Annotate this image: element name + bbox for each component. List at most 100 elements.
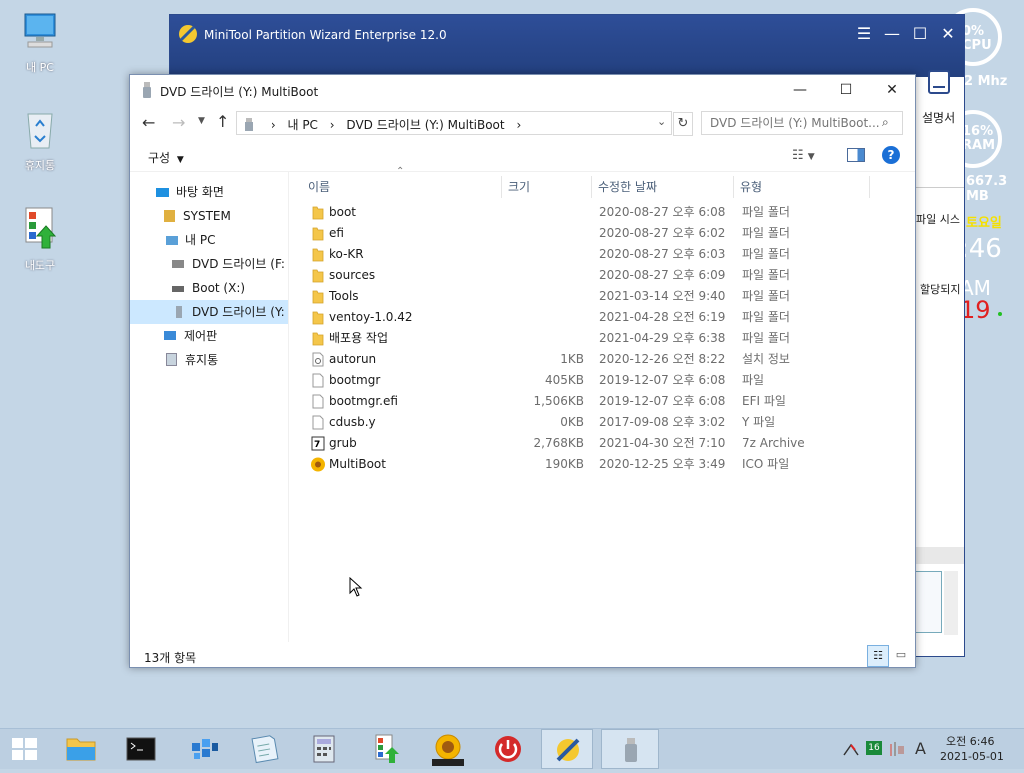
computer-icon (24, 13, 56, 48)
column-header-size[interactable]: 크기 (500, 176, 592, 198)
file-row[interactable]: ventoy-1.0.42 2021-04-28 오전 6:19 파일 폴더 (304, 307, 904, 328)
minitool-titlebar[interactable]: MiniTool Partition Wizard Enterprise 12.… (170, 15, 964, 77)
minitool-minimize-button[interactable]: — (881, 24, 903, 44)
taskbar-registry[interactable] (178, 729, 230, 769)
minitool-maximize-button[interactable]: ☐ (909, 24, 931, 44)
explorer-titlebar[interactable]: DVD 드라이브 (Y:) MultiBoot — ☐ ✕ (130, 75, 915, 105)
file-name: boot (329, 205, 357, 219)
folder-icon (310, 268, 326, 283)
start-button[interactable] (0, 729, 52, 769)
nav-item-boot-x[interactable]: Boot (X:) (130, 276, 288, 300)
nav-item-dvd-y[interactable]: DVD 드라이브 (Y: (130, 300, 288, 324)
taskbar-partition-wizard[interactable] (541, 729, 593, 769)
breadcrumb-current[interactable]: DVD 드라이브 (Y:) MultiBoot (346, 118, 504, 132)
command-bar: 구성 ▼ ☷ ▼ ? (130, 141, 915, 172)
mouse-cursor-icon (349, 577, 363, 597)
back-button[interactable]: ← (142, 113, 155, 132)
breadcrumb-my-pc[interactable]: 내 PC (287, 118, 317, 132)
file-row[interactable]: 7 grub 2,768KB 2021-04-30 오전 7:10 7z Archive (304, 433, 904, 454)
file-row[interactable]: boot 2020-08-27 오후 6:08 파일 폴더 (304, 202, 904, 223)
address-dropdown-icon[interactable]: ⌄ (657, 115, 666, 128)
organize-button[interactable]: 구성 ▼ (148, 149, 184, 166)
minitool-vscroll[interactable] (944, 571, 958, 635)
file-explorer-icon (66, 738, 96, 761)
breadcrumb-separator: › (516, 118, 522, 132)
nav-item-label: 제어판 (184, 329, 218, 343)
explorer-window[interactable]: DVD 드라이브 (Y:) MultiBoot — ☐ ✕ ← → ▼ ↑ › … (129, 74, 916, 668)
taskbar-calculator[interactable] (298, 729, 350, 769)
column-header-date[interactable]: 수정한 날짜 (590, 176, 734, 198)
taskbar-clock-date[interactable]: 2021-05-01 (940, 750, 1004, 763)
computer-icon (166, 236, 178, 245)
details-view-button[interactable]: ☷ (867, 645, 889, 667)
file-type: 파일 폴더 (742, 226, 790, 240)
tray-badge[interactable]: 16 (866, 741, 882, 755)
network-icon[interactable] (843, 742, 859, 756)
search-input[interactable] (702, 112, 882, 134)
taskbar-tools[interactable] (362, 729, 414, 769)
taskbar-cmd[interactable] (115, 729, 167, 769)
file-row[interactable]: sources 2020-08-27 오후 6:09 파일 폴더 (304, 265, 904, 286)
column-header-name[interactable]: 이름 (300, 176, 502, 198)
file-row[interactable]: cdusb.y 0KB 2017-09-08 오후 3:02 Y 파일 (304, 412, 904, 433)
nav-item-control-panel[interactable]: 제어판 (130, 324, 288, 348)
desktop-icon-recycle-bin[interactable]: 휴지통 (10, 108, 70, 173)
help-icon[interactable]: ? (882, 146, 900, 164)
recent-dropdown-icon[interactable]: ▼ (198, 116, 205, 126)
volume-icon[interactable] (888, 741, 912, 757)
file-row[interactable]: MultiBoot 190KB 2020-12-25 오후 3:49 ICO 파일 (304, 454, 904, 475)
taskbar-explorer-window[interactable] (601, 729, 659, 769)
large-icons-view-button[interactable]: ▭ (891, 645, 911, 665)
refresh-button[interactable]: ↻ (673, 112, 693, 136)
search-box[interactable]: ⌕ (701, 111, 903, 135)
taskbar-clock-time[interactable]: 오전 6:46 (946, 733, 994, 749)
nav-item-recycle-bin[interactable]: 휴지통 (130, 348, 288, 372)
file-row[interactable]: bootmgr.efi 1,506KB 2019-12-07 오후 6:08 EFI … (304, 391, 904, 412)
manual-label[interactable]: 설명서 (922, 109, 955, 126)
drive-icon (172, 286, 184, 292)
view-options-button[interactable]: ☷ ▼ (792, 148, 815, 163)
taskbar-notepad[interactable] (238, 729, 290, 769)
chevron-down-icon: ▼ (807, 152, 815, 162)
nav-item-label: 내 PC (185, 233, 216, 247)
file-row[interactable]: efi 2020-08-27 오후 6:02 파일 폴더 (304, 223, 904, 244)
address-bar[interactable]: › 내 PC › DVD 드라이브 (Y:) MultiBoot › ⌄ (236, 111, 672, 135)
file-row[interactable]: autorun 1KB 2020-12-26 오전 8:22 설치 정보 (304, 349, 904, 370)
file-row[interactable]: ko-KR 2020-08-27 오후 6:03 파일 폴더 (304, 244, 904, 265)
nav-item-desktop[interactable]: 바탕 화면 (130, 180, 288, 204)
cmd-icon (126, 737, 156, 761)
status-dot (998, 312, 1002, 316)
file-row[interactable]: Tools 2021-03-14 오전 9:40 파일 폴더 (304, 286, 904, 307)
desktop-icon-tools[interactable]: 내도구 (10, 206, 70, 273)
input-method-indicator[interactable]: A (915, 739, 926, 758)
taskbar-power[interactable] (482, 729, 534, 769)
file-row[interactable]: 배포용 작업 2021-04-29 오후 6:38 파일 폴더 (304, 328, 904, 349)
file-row[interactable]: bootmgr 405KB 2019-12-07 오후 6:08 파일 (304, 370, 904, 391)
nav-item-system[interactable]: SYSTEM (130, 204, 288, 228)
item-count: 13개 항목 (144, 651, 197, 665)
nav-item-my-pc[interactable]: 내 PC (130, 228, 288, 252)
file-type: 파일 폴더 (742, 268, 790, 282)
minitool-menu-button[interactable]: ☰ (853, 24, 875, 44)
column-header-type[interactable]: 유형 (732, 176, 870, 198)
up-button[interactable]: ↑ (216, 112, 229, 131)
forward-button[interactable]: → (172, 113, 185, 132)
search-icon[interactable]: ⌕ (882, 115, 889, 130)
file-type: 파일 (742, 373, 765, 387)
maximize-button[interactable]: ☐ (823, 75, 869, 105)
usb-drive-icon (245, 118, 253, 131)
taskbar-imagine[interactable] (422, 729, 474, 769)
file-list: ⌃ 이름 크기 수정한 날짜 유형 boot 2020-08-27 오후 6:08… (290, 166, 915, 642)
preview-pane-button[interactable] (847, 148, 865, 162)
taskbar-file-explorer[interactable] (55, 729, 107, 769)
minitool-scrollbar[interactable] (914, 547, 964, 564)
breadcrumb-separator: › (329, 118, 335, 132)
close-button[interactable]: ✕ (869, 75, 915, 105)
desktop-icon (156, 188, 169, 197)
recycle-bin-icon (27, 113, 53, 149)
minimize-button[interactable]: — (777, 75, 823, 105)
minitool-close-button[interactable]: ✕ (937, 24, 959, 44)
nav-item-dvd-f[interactable]: DVD 드라이브 (F: (130, 252, 288, 276)
file-name: bootmgr.efi (329, 394, 398, 408)
desktop-icon-my-pc[interactable]: 내 PC (10, 12, 70, 75)
